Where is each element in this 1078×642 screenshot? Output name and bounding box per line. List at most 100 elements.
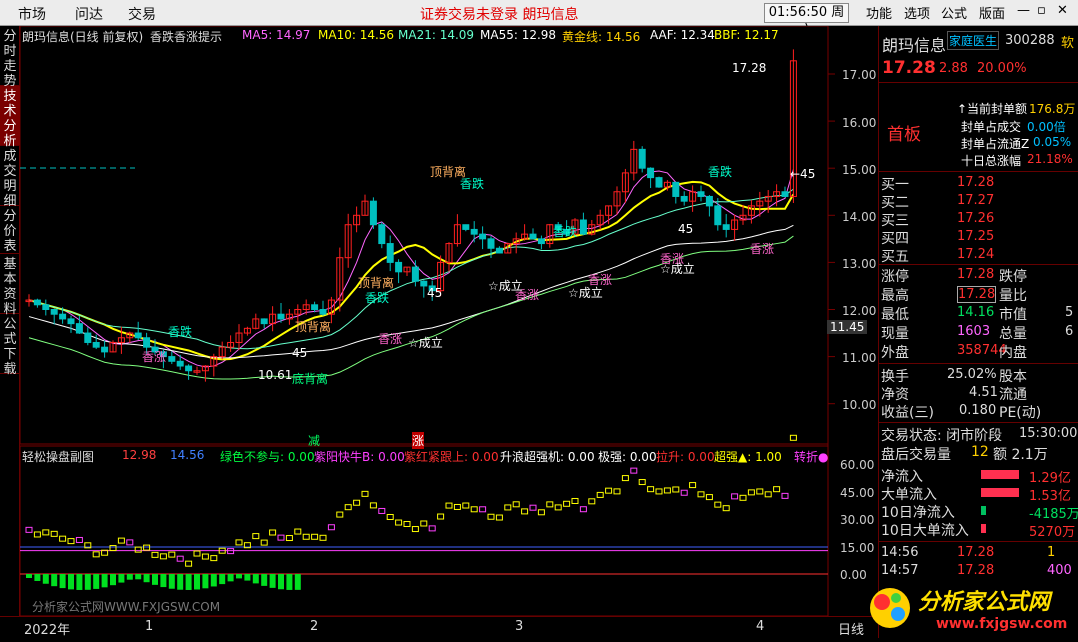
bid-price[interactable]: 17.25 [957, 229, 994, 244]
after-hours-volume: 12 [971, 444, 989, 460]
tick-volume: 1 [1047, 545, 1056, 560]
candle [59, 313, 67, 320]
sub-signal-box [92, 551, 100, 558]
restore-icon[interactable]: ▫ [1037, 3, 1046, 18]
tab-price-table[interactable]: 分价表 [0, 206, 20, 254]
sub-signal-box [176, 555, 184, 562]
sub-signal-box [369, 502, 377, 509]
sub-green-bar [227, 574, 234, 582]
seal-label: ↑当前封单额 [957, 102, 1028, 116]
sub-green-bar [210, 574, 217, 587]
sub-green-bar [252, 574, 259, 584]
candle [319, 309, 327, 315]
y-tick: 17.00 [842, 68, 877, 82]
sub-signal-box [722, 505, 730, 512]
sub-signal-box [630, 467, 638, 474]
sub-signal-box [647, 486, 655, 493]
sub-y-tick: 15.00 [840, 541, 875, 555]
sub-green-bar [185, 574, 192, 590]
trade-status-time: 15:30:00 [1019, 426, 1078, 441]
flow-bar [981, 470, 1019, 479]
stock-tag[interactable]: 家庭医生 [947, 31, 1000, 50]
bid-price[interactable]: 17.24 [957, 247, 994, 262]
sub-green-bar [168, 574, 175, 589]
tab-technical[interactable]: 技术分析 [0, 86, 20, 149]
bid-price[interactable]: 17.27 [957, 193, 994, 208]
logo-url: www.fxjgsw.com [936, 616, 1068, 632]
login-notice[interactable]: 证券交易未登录 朗玛信息 [420, 4, 578, 24]
flow-value: 5270万 [1029, 525, 1076, 540]
sub-signal-box [495, 514, 503, 521]
fall-label: 香跌 [460, 177, 485, 191]
sub-signal-box [672, 486, 680, 493]
sub-signal-box [521, 508, 529, 515]
close-icon[interactable]: ✕ [1057, 3, 1068, 18]
menu-ask[interactable]: 问达 [75, 4, 103, 24]
candle [579, 219, 587, 235]
green-legend: 绿色不参与: 0.00 [220, 450, 315, 464]
sub-signal-box [437, 513, 445, 520]
tab-fundamentals[interactable]: 基本资料 [0, 254, 20, 317]
chart-area[interactable]: 朗玛信息(日线 前复权) 香跌香涨提示 MA5: 14.97 MA10: 14.… [19, 25, 878, 617]
sub-signal-box [781, 492, 789, 499]
sub-chart-title[interactable]: 轻松操盘副图 [22, 448, 94, 465]
candle [168, 356, 176, 362]
candle [143, 337, 151, 348]
candle [529, 233, 537, 240]
left-tab-bar: 分时走势 技术分析 成交明细 分价表 基本资料 公式下载 [0, 26, 20, 616]
menu-layout[interactable]: 版面 [979, 3, 1005, 22]
sub-signal-box [764, 491, 772, 498]
chart-title: 朗玛信息(日线 前复权) [22, 30, 144, 44]
minimize-icon[interactable]: — [1017, 3, 1030, 18]
sub-signal-box [277, 534, 285, 541]
sub-watermark: 分析家公式网WWW.FXJGSW.COM [32, 600, 221, 614]
bid-label: 买四 [881, 231, 909, 247]
tab-trades[interactable]: 成交明细 [0, 146, 20, 209]
candle [638, 148, 646, 169]
menu-function[interactable]: 功能 [866, 3, 892, 22]
date-axis: 2022年 1 2 3 4 日线 [0, 616, 878, 638]
sub-signal-box [554, 504, 562, 511]
sub-signal-box [470, 506, 478, 513]
reduce-marker: 减 [308, 434, 321, 448]
bid-price[interactable]: 17.28 [957, 175, 994, 190]
quote-panel: 朗玛信息 家庭医生 300288 软 17.28 2.88 20.00% 首板 … [878, 26, 1078, 638]
y-tick: 14.00 [842, 210, 877, 224]
tab-intraday[interactable]: 分时走势 [0, 26, 20, 89]
sub-signal-box [33, 531, 41, 538]
flow-bar [981, 506, 986, 515]
sub-signal-box [344, 504, 352, 511]
y-tick: 12.00 [842, 304, 877, 318]
sub-signal-box [428, 525, 436, 532]
turnover-label: 换手 [881, 369, 909, 385]
bid-price[interactable]: 17.26 [957, 211, 994, 226]
sub-green-bar [59, 574, 66, 589]
menu-trade[interactable]: 交易 [128, 4, 156, 24]
sub-signal-box [773, 486, 781, 493]
indicator-name[interactable]: 香跌香涨提示 [150, 28, 222, 45]
menu-market[interactable]: 市场 [18, 4, 46, 24]
sub-signal-box [327, 524, 335, 531]
sub-signal-box [42, 529, 50, 536]
sub-signal-box [579, 506, 587, 513]
rise-marker: 涨 [412, 432, 425, 449]
tab-formula-download[interactable]: 公式下载 [0, 314, 20, 377]
sub-green-bar [26, 574, 32, 578]
sub-signal-box [453, 503, 461, 510]
month-label: 1 [145, 619, 154, 634]
flow-label: 10日大单流入 [881, 523, 969, 539]
candle [462, 224, 470, 230]
candle [101, 346, 109, 353]
candle [697, 191, 705, 197]
bid-label: 买五 [881, 249, 909, 265]
menu-formula[interactable]: 公式 [941, 3, 967, 22]
candle [84, 332, 92, 343]
surge-legend: 升浪超强机: 0.00 [500, 450, 595, 464]
candle [277, 313, 285, 320]
candle [781, 191, 789, 197]
seal-value: 176.8万 [1029, 102, 1076, 116]
sub-signal-box [714, 501, 722, 508]
purple-legend: 紫阳快牛B: 0.00 [314, 450, 405, 464]
menu-options[interactable]: 选项 [904, 3, 930, 22]
sub-signal-box [739, 494, 747, 501]
